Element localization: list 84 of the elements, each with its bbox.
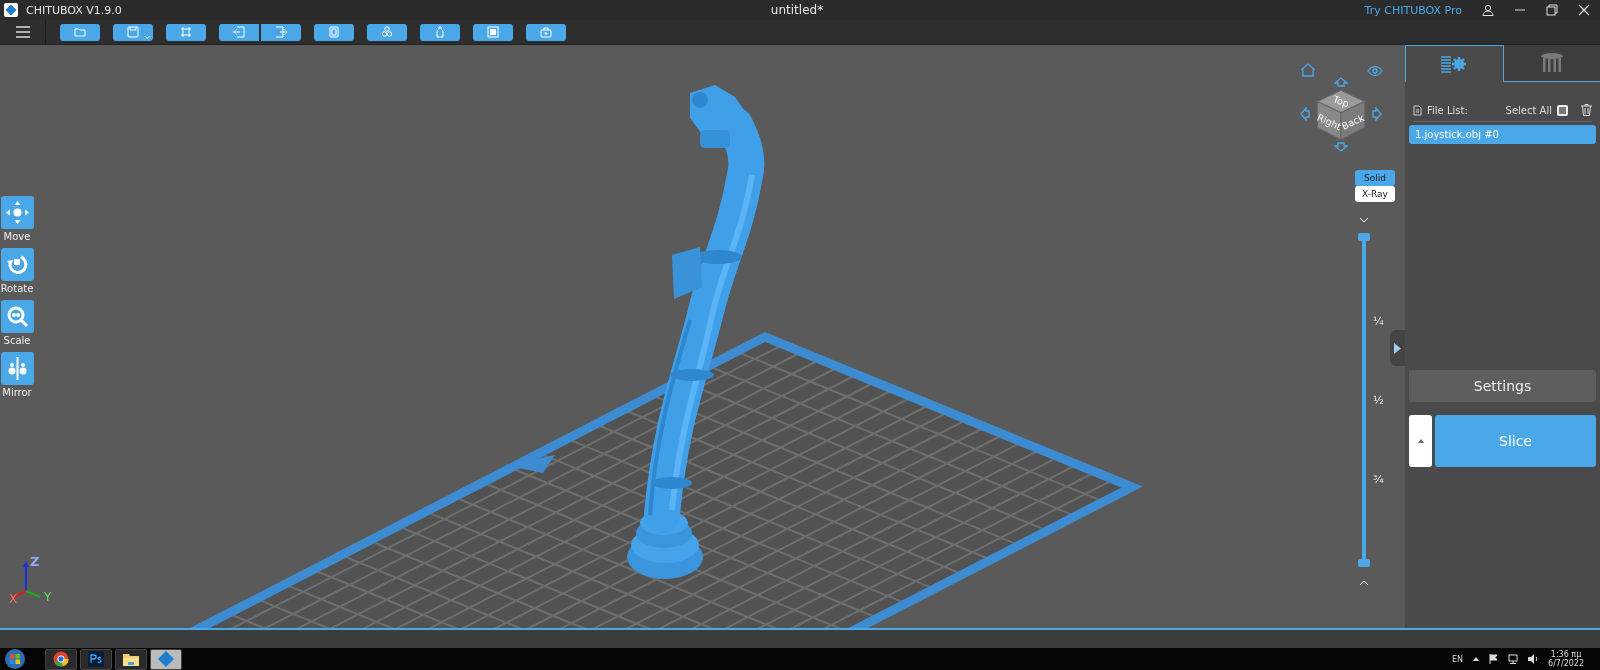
save-icon	[126, 25, 140, 39]
toolbox-icon	[539, 25, 553, 39]
close-icon[interactable]	[1578, 4, 1590, 16]
taskbar-button[interactable]	[45, 648, 77, 670]
toolbar-button[interactable]	[113, 23, 153, 41]
cubes-icon	[380, 25, 394, 39]
slider-handle[interactable]	[1358, 233, 1370, 241]
toolbar-button[interactable]	[473, 23, 513, 41]
arrow-right-icon[interactable]	[1372, 107, 1382, 121]
layer-tick-label: ½	[1373, 394, 1384, 407]
user-icon[interactable]	[1482, 4, 1494, 16]
rotate-tool-button[interactable]: Rotate	[0, 248, 34, 294]
axis-gizmo-drawing: Z X Y	[8, 555, 58, 605]
app-name: CHITUBOX V1.9.0	[26, 3, 122, 17]
folder-icon	[73, 25, 87, 39]
move-tool-button[interactable]: Move	[0, 196, 34, 242]
panel-collapse-handle[interactable]	[1390, 330, 1405, 366]
window-title: untitled*	[770, 3, 824, 17]
network-icon[interactable]	[1508, 654, 1519, 664]
triangle-right-icon	[1394, 342, 1401, 354]
app-logo-icon	[4, 3, 18, 17]
caret-icon	[144, 34, 151, 40]
toolbar-button[interactable]	[219, 23, 259, 41]
home-icon[interactable]	[1300, 63, 1316, 77]
import-icon	[232, 25, 246, 39]
toolbar-button[interactable]	[60, 23, 100, 41]
caret-up-icon	[1417, 439, 1424, 443]
trash-icon[interactable]	[1581, 104, 1592, 116]
clock-time: 1:36 πμ	[1550, 650, 1582, 659]
support-structure-icon	[1539, 53, 1564, 73]
document-icon	[1413, 104, 1422, 116]
mirror-tool-button[interactable]: Mirror	[0, 352, 34, 398]
restore-icon[interactable]	[1546, 4, 1558, 16]
square-icon	[486, 25, 500, 39]
move-icon	[0, 196, 34, 229]
clock-date: 6/7/2022	[1548, 659, 1584, 668]
layer-tick-label: ¼	[1373, 315, 1384, 328]
chevron-up-icon[interactable]	[1359, 580, 1369, 586]
copy-icon	[327, 25, 341, 39]
mirror-icon	[0, 352, 34, 385]
toolbar-button[interactable]	[261, 23, 301, 41]
browser-icon	[53, 651, 69, 667]
caret-up-icon[interactable]	[1473, 657, 1480, 661]
select-all-label: Select All	[1505, 104, 1552, 116]
list-gear-icon	[1441, 55, 1468, 73]
arrow-left-icon[interactable]	[1300, 107, 1310, 121]
panel-tab[interactable]	[1405, 45, 1504, 82]
file-list-label: File List:	[1427, 104, 1468, 116]
slider-handle[interactable]	[1358, 559, 1370, 567]
photoshop-icon	[88, 651, 104, 667]
taskbar-button[interactable]	[115, 648, 147, 670]
chevron-down-icon[interactable]	[1359, 217, 1369, 223]
rotate-icon	[0, 248, 34, 281]
frame-icon	[179, 25, 193, 39]
folder-icon	[122, 651, 140, 667]
export-icon	[274, 25, 288, 39]
render-mode-toggle[interactable]: X-Ray	[1355, 186, 1395, 202]
flag-icon[interactable]	[1489, 654, 1499, 664]
select-all-checkbox[interactable]	[1557, 104, 1568, 116]
settings-button[interactable]: Settings	[1409, 370, 1596, 402]
scale-tool-button[interactable]: Scale	[0, 300, 34, 346]
language-indicator[interactable]: EN	[1452, 654, 1464, 664]
toolbar-button[interactable]	[526, 23, 566, 41]
speaker-icon[interactable]	[1528, 654, 1539, 664]
taskbar-button[interactable]	[80, 648, 112, 670]
render-mode-toggle[interactable]: Solid	[1355, 170, 1395, 186]
layer-tick-label: ¾	[1373, 473, 1384, 486]
menu-icon[interactable]	[15, 26, 30, 38]
taskbar-button[interactable]	[150, 648, 182, 670]
toolbar-button[interactable]	[314, 23, 354, 41]
taskbar-clock[interactable]: 1:36 πμ 6/7/2022	[1548, 650, 1584, 668]
eye-icon[interactable]	[1367, 66, 1383, 76]
toolbar-button[interactable]	[420, 23, 460, 41]
bottle-icon	[433, 25, 447, 39]
panel-tab[interactable]	[1503, 45, 1600, 82]
scale-icon	[0, 300, 34, 333]
toolbar-button[interactable]	[166, 23, 206, 41]
app-logo-icon	[157, 650, 175, 668]
toolbar-button[interactable]	[367, 23, 407, 41]
start-button-icon[interactable]	[4, 648, 26, 670]
view-cube[interactable]: Top Right Back	[1316, 89, 1366, 141]
arrow-up-icon[interactable]	[1334, 77, 1348, 87]
arrow-down-icon[interactable]	[1334, 142, 1348, 152]
upgrade-link[interactable]: Try CHITUBOX Pro	[1364, 3, 1462, 17]
